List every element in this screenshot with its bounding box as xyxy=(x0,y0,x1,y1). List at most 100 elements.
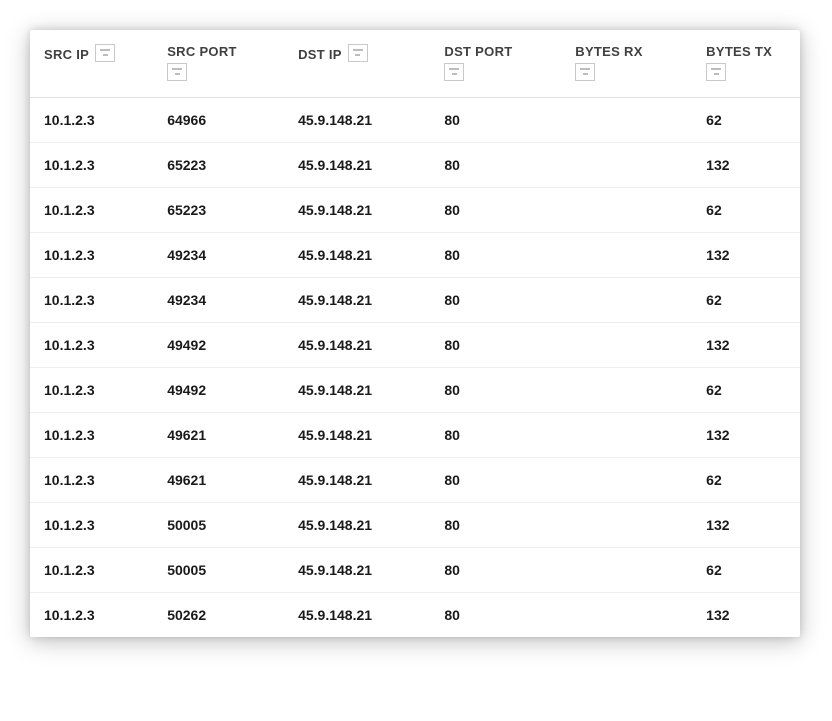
cell-src-ip: 10.1.2.3 xyxy=(30,368,153,413)
cell-dst-ip: 45.9.148.21 xyxy=(284,368,430,413)
table-row[interactable]: 10.1.2.34949245.9.148.2180 132 xyxy=(30,323,800,368)
table-body: 10.1.2.36496645.9.148.21806210.1.2.36522… xyxy=(30,98,800,638)
column-header-bytes-tx[interactable]: BYTES TX xyxy=(692,30,800,98)
network-flows-table-container: SRC IP SRC PORT DST IP xyxy=(30,30,800,637)
cell-bytes-tx: 132 xyxy=(692,323,800,368)
column-label: SRC IP xyxy=(44,47,89,62)
cell-dst-port: 80 xyxy=(430,323,561,368)
cell-src-port: 65223 xyxy=(153,143,284,188)
cell-src-port: 50262 xyxy=(153,593,284,638)
table-header-row: SRC IP SRC PORT DST IP xyxy=(30,30,800,98)
cell-src-ip: 10.1.2.3 xyxy=(30,143,153,188)
cell-src-port: 49492 xyxy=(153,323,284,368)
table-row[interactable]: 10.1.2.35000545.9.148.2180 132 xyxy=(30,503,800,548)
cell-src-ip: 10.1.2.3 xyxy=(30,458,153,503)
cell-dst-port: 80 xyxy=(430,143,561,188)
cell-src-ip: 10.1.2.3 xyxy=(30,233,153,278)
cell-dst-ip: 45.9.148.21 xyxy=(284,98,430,143)
cell-dst-port: 80 xyxy=(430,593,561,638)
cell-src-port: 64966 xyxy=(153,98,284,143)
cell-bytes-rx xyxy=(561,503,692,548)
cell-bytes-tx: 62 xyxy=(692,458,800,503)
cell-src-port: 49621 xyxy=(153,413,284,458)
column-header-src-port[interactable]: SRC PORT xyxy=(153,30,284,98)
cell-dst-port: 80 xyxy=(430,233,561,278)
cell-dst-port: 80 xyxy=(430,413,561,458)
cell-src-port: 49234 xyxy=(153,278,284,323)
cell-src-ip: 10.1.2.3 xyxy=(30,188,153,233)
cell-dst-ip: 45.9.148.21 xyxy=(284,188,430,233)
cell-src-ip: 10.1.2.3 xyxy=(30,593,153,638)
cell-dst-ip: 45.9.148.21 xyxy=(284,323,430,368)
cell-dst-port: 80 xyxy=(430,458,561,503)
cell-dst-ip: 45.9.148.21 xyxy=(284,413,430,458)
cell-dst-ip: 45.9.148.21 xyxy=(284,233,430,278)
table-row[interactable]: 10.1.2.34962145.9.148.2180 62 xyxy=(30,458,800,503)
table-row[interactable]: 10.1.2.35000545.9.148.2180 62 xyxy=(30,548,800,593)
table-row[interactable]: 10.1.2.34923445.9.148.2180132 xyxy=(30,233,800,278)
column-label: BYTES TX xyxy=(706,44,772,59)
column-label: DST PORT xyxy=(444,44,512,59)
cell-dst-port: 80 xyxy=(430,278,561,323)
cell-bytes-tx: 132 xyxy=(692,503,800,548)
table-row[interactable]: 10.1.2.34949245.9.148.218062 xyxy=(30,368,800,413)
cell-src-ip: 10.1.2.3 xyxy=(30,548,153,593)
column-header-bytes-rx[interactable]: BYTES RX xyxy=(561,30,692,98)
cell-dst-port: 80 xyxy=(430,188,561,233)
column-label: DST IP xyxy=(298,47,342,62)
network-flows-table: SRC IP SRC PORT DST IP xyxy=(30,30,800,637)
cell-dst-ip: 45.9.148.21 xyxy=(284,548,430,593)
cell-bytes-rx xyxy=(561,143,692,188)
cell-bytes-tx: 132 xyxy=(692,413,800,458)
cell-src-ip: 10.1.2.3 xyxy=(30,503,153,548)
table-row[interactable]: 10.1.2.36496645.9.148.2180 62 xyxy=(30,98,800,143)
cell-bytes-tx: 62 xyxy=(692,188,800,233)
cell-bytes-rx xyxy=(561,458,692,503)
column-header-dst-ip[interactable]: DST IP xyxy=(284,30,430,98)
cell-dst-port: 80 xyxy=(430,98,561,143)
cell-bytes-rx xyxy=(561,98,692,143)
cell-dst-ip: 45.9.148.21 xyxy=(284,503,430,548)
column-header-dst-port[interactable]: DST PORT xyxy=(430,30,561,98)
column-label: BYTES RX xyxy=(575,44,642,59)
filter-icon[interactable] xyxy=(575,63,595,81)
cell-dst-port: 80 xyxy=(430,548,561,593)
cell-dst-ip: 45.9.148.21 xyxy=(284,278,430,323)
cell-src-ip: 10.1.2.3 xyxy=(30,413,153,458)
cell-bytes-tx: 132 xyxy=(692,593,800,638)
cell-src-port: 65223 xyxy=(153,188,284,233)
cell-bytes-rx xyxy=(561,323,692,368)
cell-bytes-rx xyxy=(561,278,692,323)
filter-icon[interactable] xyxy=(706,63,726,81)
table-row[interactable]: 10.1.2.34923445.9.148.2180 62 xyxy=(30,278,800,323)
cell-bytes-tx: 62 xyxy=(692,98,800,143)
filter-icon[interactable] xyxy=(444,63,464,81)
cell-bytes-rx xyxy=(561,233,692,278)
filter-icon[interactable] xyxy=(167,63,187,81)
cell-bytes-rx xyxy=(561,368,692,413)
cell-src-ip: 10.1.2.3 xyxy=(30,98,153,143)
cell-src-port: 49621 xyxy=(153,458,284,503)
filter-icon[interactable] xyxy=(348,44,368,62)
cell-dst-ip: 45.9.148.21 xyxy=(284,458,430,503)
column-label: SRC PORT xyxy=(167,44,237,59)
filter-icon[interactable] xyxy=(95,44,115,62)
cell-bytes-rx xyxy=(561,188,692,233)
table-row[interactable]: 10.1.2.36522345.9.148.2180132 xyxy=(30,143,800,188)
cell-src-port: 49234 xyxy=(153,233,284,278)
cell-bytes-tx: 62 xyxy=(692,278,800,323)
cell-src-port: 50005 xyxy=(153,503,284,548)
cell-src-port: 50005 xyxy=(153,548,284,593)
table-row[interactable]: 10.1.2.36522345.9.148.2180 62 xyxy=(30,188,800,233)
table-row[interactable]: 10.1.2.34962145.9.148.2180 132 xyxy=(30,413,800,458)
cell-src-ip: 10.1.2.3 xyxy=(30,323,153,368)
cell-bytes-rx xyxy=(561,413,692,458)
cell-bytes-tx: 132 xyxy=(692,143,800,188)
cell-dst-port: 80 xyxy=(430,503,561,548)
cell-bytes-tx: 62 xyxy=(692,548,800,593)
cell-src-ip: 10.1.2.3 xyxy=(30,278,153,323)
table-row[interactable]: 10.1.2.35026245.9.148.2180 132 xyxy=(30,593,800,638)
column-header-src-ip[interactable]: SRC IP xyxy=(30,30,153,98)
cell-dst-ip: 45.9.148.21 xyxy=(284,593,430,638)
cell-bytes-rx xyxy=(561,593,692,638)
